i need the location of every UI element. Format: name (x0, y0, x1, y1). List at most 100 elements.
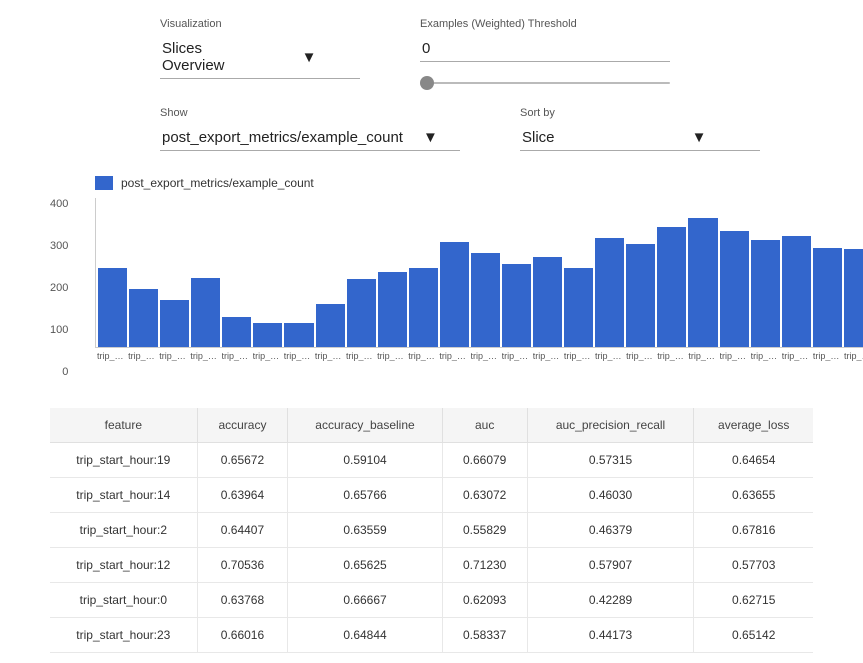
metric-cell: 0.67816 (694, 513, 813, 548)
x-axis-label: trip_s... (190, 351, 219, 361)
chart-bar[interactable] (595, 238, 624, 347)
feature-cell: trip_start_hour:14 (50, 478, 197, 513)
bar-wrapper (378, 272, 407, 347)
show-dropdown[interactable]: post_export_metrics/example_count ▼ (160, 125, 460, 151)
chart-bar[interactable] (378, 272, 407, 347)
threshold-group: Examples (Weighted) Threshold (420, 18, 670, 87)
chart-bar[interactable] (533, 257, 562, 347)
x-axis-label: trip_s... (782, 351, 811, 361)
chart-bar[interactable] (222, 317, 251, 347)
metric-cell: 0.63559 (288, 513, 442, 548)
data-table: featureaccuracyaccuracy_baselineaucauc_p… (50, 408, 813, 653)
metric-cell: 0.46379 (527, 513, 694, 548)
x-axis-label: trip_s... (564, 351, 593, 361)
chart-bar[interactable] (409, 268, 438, 347)
x-axis-label: trip_s... (813, 351, 842, 361)
bar-wrapper (347, 279, 376, 347)
chart-bar[interactable] (720, 231, 749, 347)
chart-bar[interactable] (844, 249, 863, 347)
metric-cell: 0.58337 (442, 618, 527, 653)
bars-container (95, 198, 863, 348)
metric-cell: 0.65142 (694, 618, 813, 653)
x-axis-label: trip_s... (284, 351, 313, 361)
bar-wrapper (191, 278, 220, 347)
metric-cell: 0.63768 (197, 583, 288, 618)
chart-bar[interactable] (98, 268, 127, 347)
show-value: post_export_metrics/example_count (162, 129, 403, 146)
chart-bar[interactable] (564, 268, 593, 347)
chart-bar[interactable] (688, 218, 717, 347)
bar-wrapper (284, 323, 313, 347)
x-axis-label: trip_s... (688, 351, 717, 361)
bar-wrapper (98, 268, 127, 347)
metric-cell: 0.65625 (288, 548, 442, 583)
metric-cell: 0.62093 (442, 583, 527, 618)
bar-wrapper (253, 323, 282, 347)
table-row: trip_start_hour:230.660160.648440.583370… (50, 618, 813, 653)
show-group: Show post_export_metrics/example_count ▼ (160, 107, 460, 151)
metric-cell: 0.46030 (527, 478, 694, 513)
chart-bar[interactable] (316, 304, 345, 347)
chart-bar[interactable] (471, 253, 500, 347)
x-axis-label: trip_s... (128, 351, 157, 361)
threshold-slider[interactable] (420, 82, 670, 84)
threshold-input[interactable] (420, 36, 670, 62)
x-axis-label: trip_s... (626, 351, 655, 361)
chart-bar[interactable] (782, 236, 811, 347)
metric-cell: 0.57315 (527, 443, 694, 478)
chart-bar[interactable] (440, 242, 469, 347)
bar-wrapper (502, 264, 531, 347)
y-axis-label: 100 (50, 324, 68, 336)
chart-bar[interactable] (191, 278, 220, 347)
x-axis-label: trip_s... (844, 351, 863, 361)
chart-bar[interactable] (813, 248, 842, 347)
bar-wrapper (720, 231, 749, 347)
bar-wrapper (533, 257, 562, 347)
x-axis-label: trip_s... (751, 351, 780, 361)
chart-area: 4003002001000 trip_s...trip_s...trip_s..… (95, 198, 863, 378)
x-axis-label: trip_s... (253, 351, 282, 361)
table-column-header: accuracy (197, 408, 288, 443)
x-axis-label: trip_s... (595, 351, 624, 361)
chart-bar[interactable] (502, 264, 531, 347)
threshold-slider-container (420, 72, 670, 87)
sortby-group: Sort by Slice ▼ (520, 107, 760, 151)
chart-bar[interactable] (160, 300, 189, 347)
metric-cell: 0.62715 (694, 583, 813, 618)
x-axis-label: trip_s... (377, 351, 406, 361)
table-body: trip_start_hour:190.656720.591040.660790… (50, 443, 813, 653)
metric-cell: 0.57703 (694, 548, 813, 583)
table-header: featureaccuracyaccuracy_baselineaucauc_p… (50, 408, 813, 443)
show-label: Show (160, 107, 460, 119)
chart-bar[interactable] (284, 323, 313, 347)
x-axis-label: trip_s... (222, 351, 251, 361)
table-row: trip_start_hour:190.656720.591040.660790… (50, 443, 813, 478)
bar-wrapper (222, 317, 251, 347)
second-controls: Show post_export_metrics/example_count ▼… (0, 97, 863, 161)
sortby-arrow-icon: ▼ (640, 130, 758, 146)
feature-cell: trip_start_hour:19 (50, 443, 197, 478)
visualization-dropdown[interactable]: Slices Overview ▼ (160, 36, 360, 79)
chart-bar[interactable] (129, 289, 158, 347)
chart-bar[interactable] (253, 323, 282, 347)
chart-bar[interactable] (347, 279, 376, 347)
metric-cell: 0.64844 (288, 618, 442, 653)
feature-cell: trip_start_hour:0 (50, 583, 197, 618)
bar-wrapper (751, 240, 780, 347)
metric-cell: 0.66016 (197, 618, 288, 653)
chart-bar[interactable] (626, 244, 655, 347)
legend-label: post_export_metrics/example_count (121, 176, 314, 190)
chart-section: post_export_metrics/example_count 400300… (0, 166, 863, 388)
bar-wrapper (782, 236, 811, 347)
chart-bar[interactable] (751, 240, 780, 347)
feature-cell: trip_start_hour:12 (50, 548, 197, 583)
chart-bar[interactable] (657, 227, 686, 347)
sortby-dropdown[interactable]: Slice ▼ (520, 125, 760, 151)
metric-cell: 0.64654 (694, 443, 813, 478)
sortby-value: Slice (522, 129, 640, 146)
metric-cell: 0.42289 (527, 583, 694, 618)
metric-cell: 0.65766 (288, 478, 442, 513)
bar-wrapper (129, 289, 158, 347)
bar-wrapper (657, 227, 686, 347)
table-column-header: auc (442, 408, 527, 443)
